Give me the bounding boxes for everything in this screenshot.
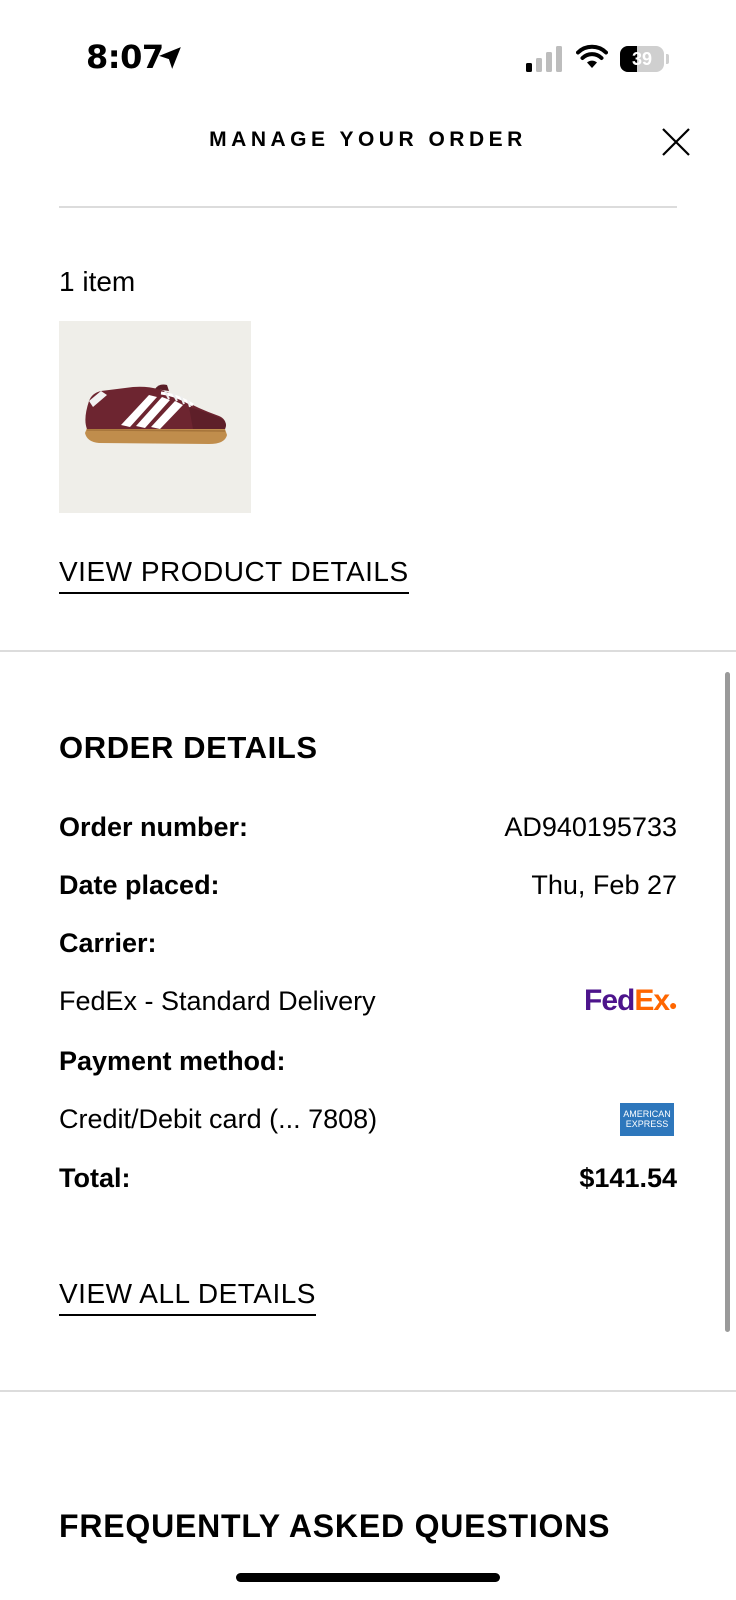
cellular-signal-icon [526,46,562,72]
product-image[interactable] [59,321,251,513]
payment-method-label: Payment method: [59,1046,286,1076]
payment-method-value: Credit/Debit card (... 7808) [59,1104,378,1134]
section-divider [0,1390,736,1392]
section-divider [0,650,736,652]
carrier-label: Carrier: [59,928,157,958]
order-number-label: Order number: [59,812,249,842]
amex-card-icon: AMERICAN EXPRESS [620,1103,674,1136]
date-placed-value: Thu, Feb 27 [531,870,677,900]
item-count: 1 item [59,266,136,297]
order-details-heading: ORDER DETAILS [59,730,318,765]
location-arrow-icon [159,47,181,69]
order-number-value: AD940195733 [504,812,677,842]
date-placed-label: Date placed: [59,870,220,900]
faq-heading: FREQUENTLY ASKED QUESTIONS [59,1508,611,1544]
fedex-logo: FedEx● [584,984,678,1017]
scrollbar[interactable] [725,672,730,1332]
total-label: Total: [59,1163,131,1193]
battery-level: 39 [631,49,653,69]
close-icon[interactable] [660,126,692,158]
view-all-details-link[interactable]: VIEW ALL DETAILS [59,1278,316,1316]
total-value: $141.54 [579,1163,677,1193]
wifi-icon [576,44,608,68]
view-product-details-link[interactable]: VIEW PRODUCT DETAILS [59,556,409,594]
battery-indicator: 39 [620,46,670,72]
header-divider [59,206,677,208]
home-indicator[interactable] [236,1573,500,1582]
status-time: 8:07 [86,38,164,76]
carrier-value: FedEx - Standard Delivery [59,986,376,1016]
sneaker-image [85,384,227,444]
page-title: MANAGE YOUR ORDER [209,128,527,151]
